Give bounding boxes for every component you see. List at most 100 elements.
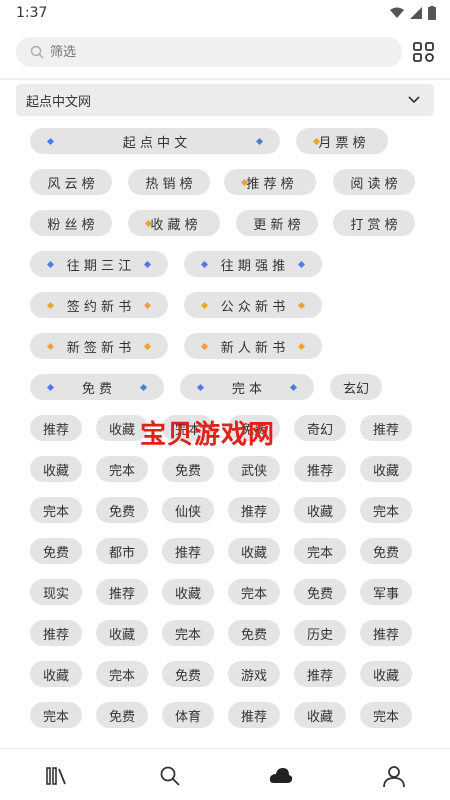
tag-chip[interactable]: 军事	[360, 579, 412, 605]
tag-chip[interactable]: 更 新 榜	[236, 210, 318, 236]
tag-chip[interactable]: 免费	[228, 415, 280, 441]
tag-chip[interactable]: 打 赏 榜	[333, 210, 415, 236]
search-box[interactable]	[16, 37, 402, 67]
tag-chip[interactable]: 免费	[294, 579, 346, 605]
tag-chip[interactable]: 免费	[360, 538, 412, 564]
tag-label: 玄幻	[342, 381, 369, 397]
diamond-dot-icon	[200, 301, 209, 310]
tag-chip[interactable]: 完本	[96, 456, 148, 482]
filter-input[interactable]	[50, 44, 350, 60]
tag-chip[interactable]: 推荐	[294, 456, 346, 482]
qr-scan-icon[interactable]	[412, 40, 436, 64]
tag-chip[interactable]: 完本	[30, 702, 82, 728]
diamond-dot-icon	[46, 383, 55, 392]
tag-label: 阅 读 榜	[350, 176, 398, 192]
search-row	[0, 34, 450, 74]
tag-chip[interactable]: 免费	[162, 456, 214, 482]
tag-chip[interactable]: 完本	[162, 620, 214, 646]
tag-chip[interactable]: 玄幻	[330, 374, 382, 400]
tag-chip[interactable]: 免费	[30, 538, 82, 564]
tag-chip[interactable]: 都市	[96, 538, 148, 564]
tag-chip[interactable]: 完本	[294, 538, 346, 564]
battery-icon	[428, 6, 436, 20]
tag-label: 公 众 新 书	[220, 299, 286, 315]
user-icon[interactable]	[381, 763, 407, 789]
tag-label: 更 新 榜	[253, 217, 301, 233]
source-select[interactable]: 起点中文网	[16, 84, 434, 116]
tag-chip[interactable]: 免费	[96, 497, 148, 523]
tag-chip[interactable]: 完本	[30, 497, 82, 523]
tag-chip[interactable]: 收藏	[294, 702, 346, 728]
tag-chip[interactable]: 奇幻	[294, 415, 346, 441]
tag-chip[interactable]: 完本	[360, 702, 412, 728]
tag-chip[interactable]: 推荐	[30, 620, 82, 646]
bookshelf-icon[interactable]	[44, 763, 70, 789]
tag-chip[interactable]: 免费	[96, 702, 148, 728]
tag-chip[interactable]: 热 销 榜	[128, 169, 210, 195]
tag-chip[interactable]: 现实	[30, 579, 82, 605]
tag-chip[interactable]: 往 期 强 推	[184, 251, 322, 277]
tag-chip[interactable]: 免费	[228, 620, 280, 646]
tag-chip[interactable]: 签 约 新 书	[30, 292, 168, 318]
tag-chip[interactable]: 收藏	[96, 415, 148, 441]
tag-chip[interactable]: 收藏	[30, 456, 82, 482]
tag-chip[interactable]: 免 费	[30, 374, 164, 400]
tag-label: 推荐	[42, 422, 69, 438]
tag-chip[interactable]: 收藏	[360, 456, 412, 482]
tag-chip[interactable]: 收藏	[162, 579, 214, 605]
tag-label: 收藏	[372, 668, 399, 684]
diamond-dot-icon	[46, 260, 55, 269]
tag-chip[interactable]: 免费	[162, 661, 214, 687]
tag-chip[interactable]: 推荐	[228, 497, 280, 523]
tag-chip[interactable]: 粉 丝 榜	[30, 210, 112, 236]
tag-chip[interactable]: 阅 读 榜	[333, 169, 415, 195]
tag-chip[interactable]: 推荐	[30, 415, 82, 441]
tag-label: 收藏	[306, 504, 333, 520]
tag-chip[interactable]: 游戏	[228, 661, 280, 687]
tag-chip[interactable]: 收藏	[96, 620, 148, 646]
tag-label: 免费	[372, 545, 399, 561]
tag-chip[interactable]: 风 云 榜	[30, 169, 112, 195]
tag-chip[interactable]: 推荐	[96, 579, 148, 605]
tag-label: 历史	[306, 627, 333, 643]
tag-label: 完本	[42, 709, 69, 725]
tag-chip[interactable]: 推荐	[360, 415, 412, 441]
tag-chip[interactable]: 收藏	[294, 497, 346, 523]
tag-chip[interactable]: 收藏	[360, 661, 412, 687]
tag-chip[interactable]: 收藏	[228, 538, 280, 564]
tag-chip[interactable]: 武侠	[228, 456, 280, 482]
tag-label: 游戏	[240, 668, 267, 684]
tag-chip[interactable]: 完本	[162, 415, 214, 441]
tag-chip[interactable]: 推荐	[162, 538, 214, 564]
tag-label: 收藏	[372, 463, 399, 479]
tag-chip[interactable]: 月 票 榜	[296, 128, 388, 154]
tag-chip[interactable]: 完本	[360, 497, 412, 523]
tag-chip[interactable]: 公 众 新 书	[184, 292, 322, 318]
tag-label: 仙侠	[174, 504, 201, 520]
tag-chip[interactable]: 推荐	[360, 620, 412, 646]
diamond-dot-icon	[46, 137, 55, 146]
tag-label: 推荐	[42, 627, 69, 643]
tag-chip[interactable]: 往 期 三 江	[30, 251, 168, 277]
tag-label: 往 期 强 推	[220, 258, 286, 274]
tag-chip[interactable]: 起 点 中 文	[30, 128, 280, 154]
tag-chip[interactable]: 新 签 新 书	[30, 333, 168, 359]
tag-chip[interactable]: 完 本	[180, 374, 314, 400]
tag-chip[interactable]: 完本	[96, 661, 148, 687]
tag-chip[interactable]: 新 人 新 书	[184, 333, 322, 359]
tag-chip[interactable]: 体育	[162, 702, 214, 728]
tag-chip[interactable]: 推荐	[228, 702, 280, 728]
search-icon[interactable]	[157, 763, 183, 789]
tag-chip[interactable]: 历史	[294, 620, 346, 646]
tag-chip[interactable]: 仙侠	[162, 497, 214, 523]
tag-chip[interactable]: 推荐	[294, 661, 346, 687]
tag-chip[interactable]: 完本	[228, 579, 280, 605]
tag-label: 风 云 榜	[47, 176, 95, 192]
tag-chip[interactable]: 收藏	[30, 661, 82, 687]
status-icons	[390, 6, 436, 20]
tag-label: 推荐	[240, 504, 267, 520]
cloud-icon[interactable]	[268, 763, 294, 789]
tag-label: 推荐	[240, 709, 267, 725]
tag-chip[interactable]: 收 藏 榜	[128, 210, 220, 236]
tag-chip[interactable]: 推 荐 榜	[224, 169, 316, 195]
